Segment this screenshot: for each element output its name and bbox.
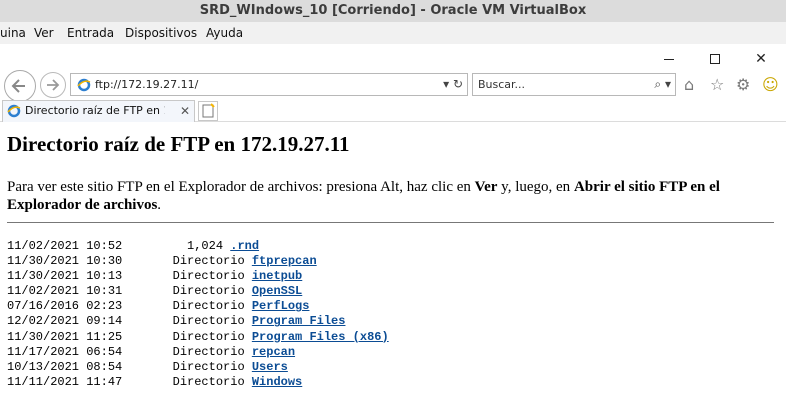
file-link[interactable]: Program Files (x86) (252, 330, 389, 344)
search-input[interactable] (478, 75, 628, 94)
file-link[interactable]: Windows (252, 375, 302, 389)
ftp-file-list: 11/02/2021 10:52 1,024 .rnd 11/30/2021 10… (7, 239, 767, 390)
file-list-row: 11/30/2021 11:25 Directorio Program File… (7, 330, 767, 345)
file-metadata: 11/30/2021 10:13 Directorio (7, 269, 252, 284)
internet-explorer-icon (77, 78, 91, 92)
file-link[interactable]: OpenSSL (252, 284, 302, 298)
file-list-row: 11/30/2021 10:30 Directorio ftprepcan (7, 254, 767, 269)
forward-arrow-icon (47, 79, 60, 91)
menu-maquina[interactable]: uina (0, 22, 26, 44)
file-metadata: 11/02/2021 10:31 Directorio (7, 284, 252, 299)
file-metadata: 11/30/2021 10:30 Directorio (7, 254, 252, 269)
new-tab-button[interactable] (198, 101, 218, 121)
menu-ayuda[interactable]: Ayuda (206, 22, 243, 44)
intro-middle: y, luego, en (497, 179, 574, 195)
forward-button[interactable] (40, 72, 66, 98)
ftp-directory-page: Directorio raíz de FTP en 172.19.27.11 P… (0, 122, 786, 400)
file-link[interactable]: ftprepcan (252, 254, 317, 268)
minimize-icon (664, 58, 674, 60)
virtualbox-menu-bar: uina Ver Entrada Dispositivos Ayuda (0, 22, 786, 44)
intro-start: Para ver este sitio FTP en el Explorador… (7, 179, 475, 195)
file-list-row: 11/02/2021 10:31 Directorio OpenSSL (7, 284, 767, 299)
minimize-button[interactable] (646, 46, 692, 72)
tab-title: Directorio raíz de FTP en 17... (25, 104, 165, 117)
search-icon[interactable]: ⌕ (654, 77, 661, 91)
file-metadata: 12/02/2021 09:14 Directorio (7, 314, 252, 329)
tab-ie-icon (7, 104, 21, 118)
file-metadata: 07/16/2016 02:23 Directorio (7, 299, 252, 314)
feedback-smiley-icon[interactable]: ☺ (762, 74, 779, 96)
file-list-row: 11/17/2021 06:54 Directorio repcan (7, 345, 767, 360)
close-button[interactable]: ✕ (738, 46, 784, 72)
file-list-row: 10/13/2021 08:54 Directorio Users (7, 360, 767, 375)
home-icon[interactable]: ⌂ (684, 74, 694, 96)
file-list-row: 11/11/2021 11:47 Directorio Windows (7, 375, 767, 390)
maximize-icon (710, 54, 720, 64)
address-url[interactable]: ftp://172.19.27.11/ (95, 74, 198, 95)
window-controls: ✕ (646, 44, 786, 74)
file-link[interactable]: PerfLogs (252, 299, 310, 313)
file-list-row: 11/02/2021 10:52 1,024 .rnd (7, 239, 767, 254)
search-dropdown-icon[interactable]: ▾ (665, 77, 671, 91)
new-tab-icon (202, 103, 215, 118)
ver-emphasis: Ver (474, 179, 498, 195)
file-metadata: 11/30/2021 11:25 Directorio (7, 329, 252, 344)
file-list-row: 11/30/2021 10:13 Directorio inetpub (7, 269, 767, 284)
search-box[interactable]: ⌕ ▾ (472, 73, 676, 96)
file-link[interactable]: inetpub (252, 269, 302, 283)
file-metadata: 10/13/2021 08:54 Directorio (7, 359, 252, 374)
close-icon: ✕ (755, 51, 767, 67)
search-tools: ⌕ ▾ (654, 74, 671, 95)
file-list-row: 07/16/2016 02:23 Directorio PerfLogs (7, 299, 767, 314)
file-metadata: 11/11/2021 11:47 Directorio (7, 374, 252, 389)
page-title: Directorio raíz de FTP en 172.19.27.11 (7, 132, 350, 156)
address-bar[interactable]: ftp://172.19.27.11/ ▾ ↻ (70, 73, 468, 96)
refresh-icon[interactable]: ↻ (453, 77, 463, 91)
virtualbox-title-bar: SRD_WIndows_10 [Corriendo] - Oracle VM V… (0, 0, 786, 22)
file-list-row: 12/02/2021 09:14 Directorio Program File… (7, 314, 767, 329)
menu-dispositivos[interactable]: Dispositivos (125, 22, 197, 44)
address-tools: ▾ ↻ (443, 74, 463, 95)
favorites-star-icon[interactable]: ☆ (710, 74, 724, 96)
tab-close-icon[interactable]: ✕ (180, 101, 190, 121)
file-link[interactable]: Users (252, 360, 288, 374)
dropdown-icon[interactable]: ▾ (443, 77, 449, 91)
settings-gear-icon[interactable]: ⚙ (736, 74, 750, 96)
instructions-text: Para ver este sitio FTP en el Explorador… (7, 178, 779, 214)
internet-explorer-window: ✕ ftp://172.19.27.11/ ▾ ↻ ⌕ ▾ ⌂ ☆ ⚙ ☺ Di… (0, 44, 786, 400)
content-divider (7, 222, 774, 223)
back-button[interactable] (4, 70, 36, 102)
menu-ver[interactable]: Ver (34, 22, 54, 44)
toolbar-icons: ⌂ ☆ ⚙ ☺ (684, 74, 786, 96)
tab-ftp-directory[interactable]: Directorio raíz de FTP en 17... ✕ (2, 100, 195, 122)
file-link[interactable]: .rnd (230, 239, 259, 253)
tab-strip: Directorio raíz de FTP en 17... ✕ (0, 100, 786, 122)
file-metadata: 11/02/2021 10:52 1,024 (7, 239, 231, 253)
intro-end: . (157, 197, 162, 213)
menu-entrada[interactable]: Entrada (67, 22, 114, 44)
file-link[interactable]: Program Files (252, 314, 346, 328)
file-metadata: 11/17/2021 06:54 Directorio (7, 344, 252, 359)
file-link[interactable]: repcan (252, 345, 295, 359)
maximize-button[interactable] (692, 46, 738, 72)
back-arrow-icon (11, 79, 25, 93)
